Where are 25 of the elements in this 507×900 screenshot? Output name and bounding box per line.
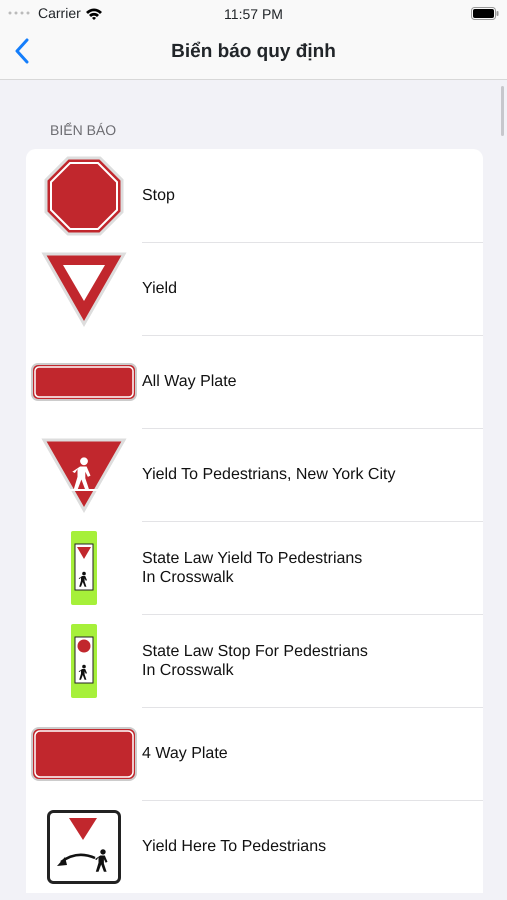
sign-name[interactable]: Yield To Pedestrians, New York City: [142, 465, 396, 485]
plate-sign-icon: [31, 362, 137, 400]
battery-icon: [471, 6, 499, 20]
sign-name[interactable]: Stop: [142, 186, 175, 206]
scroll-indicator: [501, 86, 504, 136]
stop-sign-icon: [44, 156, 124, 236]
yield-here-sign-icon: [47, 810, 121, 884]
back-button[interactable]: [14, 38, 30, 64]
screen-title: Biển báo quy định: [171, 40, 336, 64]
pedestrian-yield-sign-icon: [41, 436, 127, 512]
clock-time: 11:57 PM: [224, 5, 283, 24]
back-chevron-icon: [14, 38, 30, 64]
carrier-name: Carrier: [38, 4, 81, 22]
sign-name[interactable]: Yield Here To Pedestrians: [142, 837, 326, 857]
plate-sign-icon: [31, 726, 137, 780]
yield-sign-icon: [41, 250, 127, 326]
sign-name[interactable]: 4 Way Plate: [142, 744, 228, 764]
sign-name[interactable]: State Law Stop For Pedestrians In Crosswalk: [142, 642, 368, 680]
sign-name[interactable]: Yield: [142, 279, 177, 299]
section-header: BIỂN BÁO: [50, 122, 116, 138]
wifi-icon: [84, 6, 103, 20]
sign-name[interactable]: All Way Plate: [142, 372, 237, 392]
crosswalk-stop-sign-icon: [71, 624, 97, 698]
sign-name[interactable]: State Law Yield To Pedestrians In Crosswalk: [142, 548, 362, 588]
crosswalk-yield-sign-icon: [71, 530, 97, 604]
